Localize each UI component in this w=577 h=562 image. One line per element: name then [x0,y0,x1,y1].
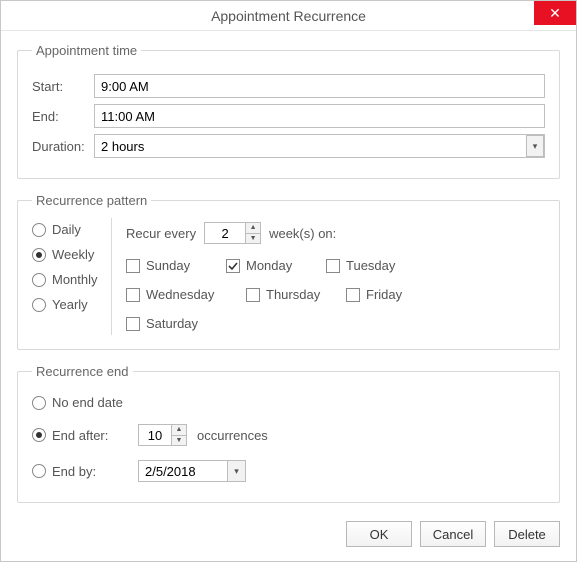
radio-monthly[interactable]: Monthly [32,272,111,287]
appointment-time-legend: Appointment time [32,43,141,58]
recurrence-end-group: Recurrence end No end date End after: ▲ … [17,364,560,503]
cancel-button[interactable]: Cancel [420,521,486,547]
radio-daily-label: Daily [52,222,81,237]
end-row: End: [32,104,545,128]
check-thursday[interactable]: Thursday [246,287,346,302]
radio-no-end-date[interactable]: No end date [32,395,123,410]
recurrence-pattern-group: Recurrence pattern Daily Weekly Monthly [17,193,560,350]
end-input[interactable] [94,104,545,128]
end-after-down[interactable]: ▼ [172,436,186,446]
label-friday: Friday [366,287,402,302]
label-monday: Monday [246,258,292,273]
chevron-down-icon: ▾ [533,141,538,152]
label-tuesday: Tuesday [346,258,395,273]
recur-every-prefix: Recur every [126,226,196,241]
close-icon: ✕ [549,6,561,20]
delete-button[interactable]: Delete [494,521,560,547]
recur-every-spinner: ▲ ▼ [204,222,261,244]
check-wednesday[interactable]: Wednesday [126,287,246,302]
recur-every-up[interactable]: ▲ [246,223,260,234]
radio-monthly-label: Monthly [52,272,98,287]
label-occurrences: occurrences [197,428,268,443]
chevron-up-icon: ▲ [176,426,183,433]
start-row: Start: [32,74,545,98]
dialog-title: Appointment Recurrence [211,8,366,24]
ok-button[interactable]: OK [346,521,412,547]
check-saturday[interactable]: Saturday [126,316,226,331]
label-saturday: Saturday [146,316,198,331]
dialog-content: Appointment time Start: End: Duration: ▾ [1,31,576,561]
titlebar: Appointment Recurrence ✕ [1,1,576,31]
duration-label: Duration: [32,139,94,154]
label-wednesday: Wednesday [146,287,214,302]
label-end-by: End by: [52,464,96,479]
close-button[interactable]: ✕ [534,1,576,25]
check-monday[interactable]: Monday [226,258,326,273]
radio-daily[interactable]: Daily [32,222,111,237]
duration-row: Duration: ▾ [32,134,545,158]
recurrence-end-legend: Recurrence end [32,364,133,379]
recur-every-suffix: week(s) on: [269,226,336,241]
chevron-up-icon: ▲ [250,224,257,231]
end-after-input[interactable] [138,424,172,446]
radio-weekly[interactable]: Weekly [32,247,111,262]
end-label: End: [32,109,94,124]
radio-end-by[interactable]: End by: [32,464,128,479]
radio-yearly-label: Yearly [52,297,88,312]
chevron-down-icon: ▼ [250,235,257,242]
check-tuesday[interactable]: Tuesday [326,258,426,273]
end-after-up[interactable]: ▲ [172,425,186,436]
end-after-spinner: ▲ ▼ [138,424,187,446]
recurrence-pattern-legend: Recurrence pattern [32,193,151,208]
label-end-after: End after: [52,428,108,443]
recur-every-down[interactable]: ▼ [246,234,260,244]
appointment-time-group: Appointment time Start: End: Duration: ▾ [17,43,560,179]
start-input[interactable] [94,74,545,98]
chevron-down-icon: ▼ [176,437,183,444]
duration-input[interactable] [94,134,545,158]
radio-weekly-label: Weekly [52,247,94,262]
pattern-detail: Recur every ▲ ▼ week(s) on: [112,218,545,335]
recur-every-input[interactable] [204,222,246,244]
label-sunday: Sunday [146,258,190,273]
radio-yearly[interactable]: Yearly [32,297,111,312]
radio-end-after[interactable]: End after: [32,428,128,443]
start-label: Start: [32,79,94,94]
label-no-end-date: No end date [52,395,123,410]
pattern-type-list: Daily Weekly Monthly Yearly [32,218,112,335]
check-sunday[interactable]: Sunday [126,258,226,273]
check-friday[interactable]: Friday [346,287,446,302]
end-by-input[interactable] [138,460,228,482]
end-by-dropdown-button[interactable]: ▾ [228,460,246,482]
chevron-down-icon: ▾ [234,466,239,477]
weekday-checkboxes: Sunday Monday Tuesday Wednesday [126,258,545,331]
duration-dropdown-button[interactable]: ▾ [526,135,544,157]
label-thursday: Thursday [266,287,320,302]
appointment-recurrence-dialog: Appointment Recurrence ✕ Appointment tim… [0,0,577,562]
